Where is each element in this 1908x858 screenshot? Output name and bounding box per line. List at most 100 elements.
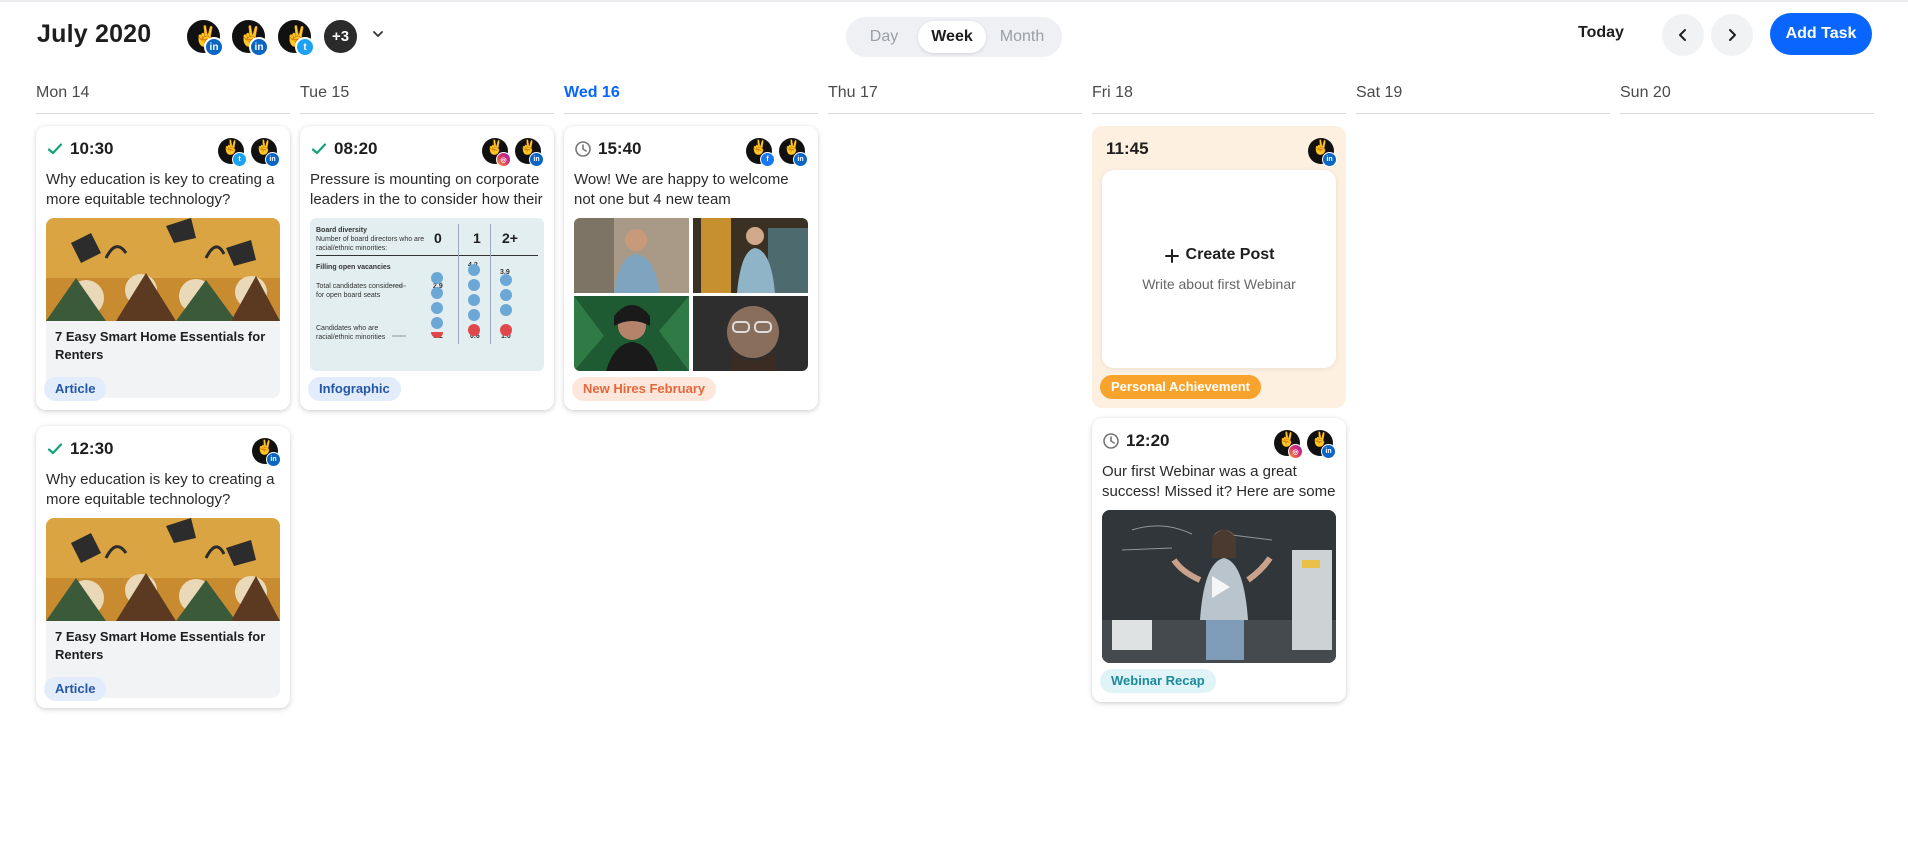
- post-text: Our first Webinar was a great success! M…: [1102, 463, 1336, 500]
- linkedin-icon: in: [529, 152, 544, 167]
- linkedin-icon: in: [265, 152, 280, 167]
- card-header: 12:30 ✌ in: [46, 438, 281, 467]
- today-button[interactable]: Today: [1578, 24, 1624, 42]
- tag-chip[interactable]: Article: [44, 377, 107, 401]
- check-icon: [311, 143, 327, 155]
- view-month-button[interactable]: Month: [988, 21, 1056, 53]
- create-post-box[interactable]: Create Post Write about first Webinar: [1102, 170, 1336, 368]
- post-accounts: ✌ t ✌ in: [218, 138, 280, 167]
- post-text: Wow! We are happy to welcome not one but…: [574, 171, 789, 208]
- post-text: Pressure is mounting on corporate leader…: [310, 171, 543, 208]
- video-preview[interactable]: [1102, 510, 1336, 663]
- post-card-mon-1230[interactable]: 12:30 ✌ in Why education is key to creati…: [36, 426, 290, 708]
- card-header: 10:30 ✌ t ✌ in: [46, 138, 280, 167]
- photo: [693, 296, 808, 371]
- article-image: [46, 218, 280, 321]
- article-preview[interactable]: 7 Easy Smart Home Essentials for Renters: [46, 218, 280, 398]
- check-icon: [47, 143, 63, 155]
- post-card-fri-1220[interactable]: 12:20 ✌ ◎ ✌ in Our first Webinar was a gre…: [1092, 418, 1346, 702]
- post-card-mon-1030[interactable]: 10:30 ✌ t ✌ in Why education is key to cre…: [36, 126, 290, 410]
- facebook-icon: f: [760, 152, 775, 167]
- draft-card-fri-1145[interactable]: 11:45 ✌ in Create Post Write about first …: [1092, 126, 1346, 408]
- account-avatar: ✌ in: [1308, 138, 1337, 167]
- post-time: 12:20: [1126, 431, 1170, 450]
- post-text: Why education is key to creating a more …: [46, 471, 275, 508]
- photo-grid[interactable]: [574, 218, 808, 371]
- article-title: 7 Easy Smart Home Essentials for Renters: [55, 629, 266, 662]
- account-avatar-3[interactable]: ✌ t: [276, 18, 315, 57]
- post-accounts: ✌ in: [252, 438, 281, 467]
- prev-week-button[interactable]: [1662, 14, 1704, 56]
- clock-icon: [1103, 433, 1119, 449]
- photo: [574, 296, 689, 371]
- card-header: 12:20 ✌ ◎ ✌ in: [1102, 430, 1336, 459]
- post-accounts: ✌ ◎ ✌ in: [482, 138, 544, 167]
- tag-chip[interactable]: Article: [44, 677, 107, 701]
- account-avatar: ✌ in: [779, 138, 808, 167]
- account-avatar-1[interactable]: ✌ in: [185, 18, 224, 57]
- view-week-button[interactable]: Week: [918, 21, 986, 53]
- post-card-tue-0820[interactable]: 08:20 ✌ ◎ ✌ in Pressure is mounting on cor…: [300, 126, 554, 410]
- linkedin-icon: in: [249, 37, 269, 57]
- day-header-fri: Fri 18: [1092, 84, 1346, 114]
- post-accounts: ✌ in: [1308, 138, 1337, 167]
- account-avatar-2[interactable]: ✌ in: [230, 18, 269, 57]
- post-time: 08:20: [334, 139, 378, 158]
- photo: [693, 218, 808, 293]
- card-header: 11:45 ✌ in: [1102, 138, 1337, 167]
- view-switcher: Day Week Month: [846, 17, 1062, 57]
- post-accounts: ✌ ◎ ✌ in: [1274, 430, 1336, 459]
- day-header-mon: Mon 14: [36, 84, 290, 114]
- tag-chip[interactable]: Infographic: [308, 377, 401, 401]
- twitter-icon: t: [295, 37, 315, 57]
- linkedin-icon: in: [1321, 444, 1336, 459]
- linkedin-icon: in: [793, 152, 808, 167]
- day-header-tue: Tue 15: [300, 84, 554, 114]
- article-title: 7 Easy Smart Home Essentials for Renters: [55, 329, 266, 362]
- infographic-dots: [392, 264, 512, 338]
- account-avatar: ✌ ◎: [482, 138, 511, 167]
- account-avatar: ✌ t: [218, 138, 247, 167]
- more-accounts-badge[interactable]: +3: [322, 18, 359, 55]
- post-time: 12:30: [70, 439, 114, 458]
- account-avatar: ✌ in: [1307, 430, 1336, 459]
- article-image: [46, 518, 280, 621]
- clock-icon: [575, 141, 591, 157]
- linkedin-icon: in: [266, 452, 281, 467]
- post-time: 10:30: [70, 139, 114, 158]
- chevron-down-icon[interactable]: [370, 26, 386, 42]
- tag-chip[interactable]: Webinar Recap: [1100, 669, 1216, 693]
- day-header-thu: Thu 17: [828, 84, 1082, 114]
- day-header-wed: Wed 16: [564, 84, 818, 114]
- page-title: July 2020: [37, 20, 152, 48]
- create-post-label: Create Post: [1185, 246, 1275, 263]
- infographic-preview[interactable]: Board diversity Number of board director…: [310, 218, 544, 371]
- check-icon: [47, 443, 63, 455]
- account-avatar: ✌ in: [252, 438, 281, 467]
- photo: [574, 218, 689, 293]
- linkedin-icon: in: [204, 37, 224, 57]
- account-avatar: ✌ ◎: [1274, 430, 1303, 459]
- day-header-sat: Sat 19: [1356, 84, 1610, 114]
- day-header-sun: Sun 20: [1620, 84, 1874, 114]
- tag-chip[interactable]: Personal Achievement: [1100, 375, 1261, 399]
- view-day-button[interactable]: Day: [852, 21, 916, 53]
- add-task-button[interactable]: Add Task: [1770, 13, 1872, 55]
- post-time: 15:40: [598, 139, 642, 158]
- instagram-icon: ◎: [1288, 444, 1303, 459]
- post-text: Why education is key to creating a more …: [46, 171, 275, 208]
- tag-chip[interactable]: New Hires February: [572, 377, 717, 401]
- next-week-button[interactable]: [1711, 14, 1753, 56]
- post-time: 11:45: [1106, 139, 1149, 158]
- account-avatar: ✌ f: [746, 138, 775, 167]
- play-icon[interactable]: [1204, 572, 1234, 602]
- linkedin-icon: in: [1322, 152, 1337, 167]
- twitter-icon: t: [232, 152, 247, 167]
- article-preview[interactable]: 7 Easy Smart Home Essentials for Renters: [46, 518, 280, 698]
- card-header: 08:20 ✌ ◎ ✌ in: [310, 138, 544, 167]
- create-post-hint: Write about first Webinar: [1142, 276, 1296, 292]
- card-header: 15:40 ✌ f ✌ in: [574, 138, 808, 167]
- calendar-header: July 2020 ✌ in ✌ in ✌ t +3 Day Week Mont…: [0, 0, 1908, 70]
- post-card-wed-1540[interactable]: 15:40 ✌ f ✌ in Wow! We are happy to welcom…: [564, 126, 818, 410]
- account-avatar: ✌ in: [515, 138, 544, 167]
